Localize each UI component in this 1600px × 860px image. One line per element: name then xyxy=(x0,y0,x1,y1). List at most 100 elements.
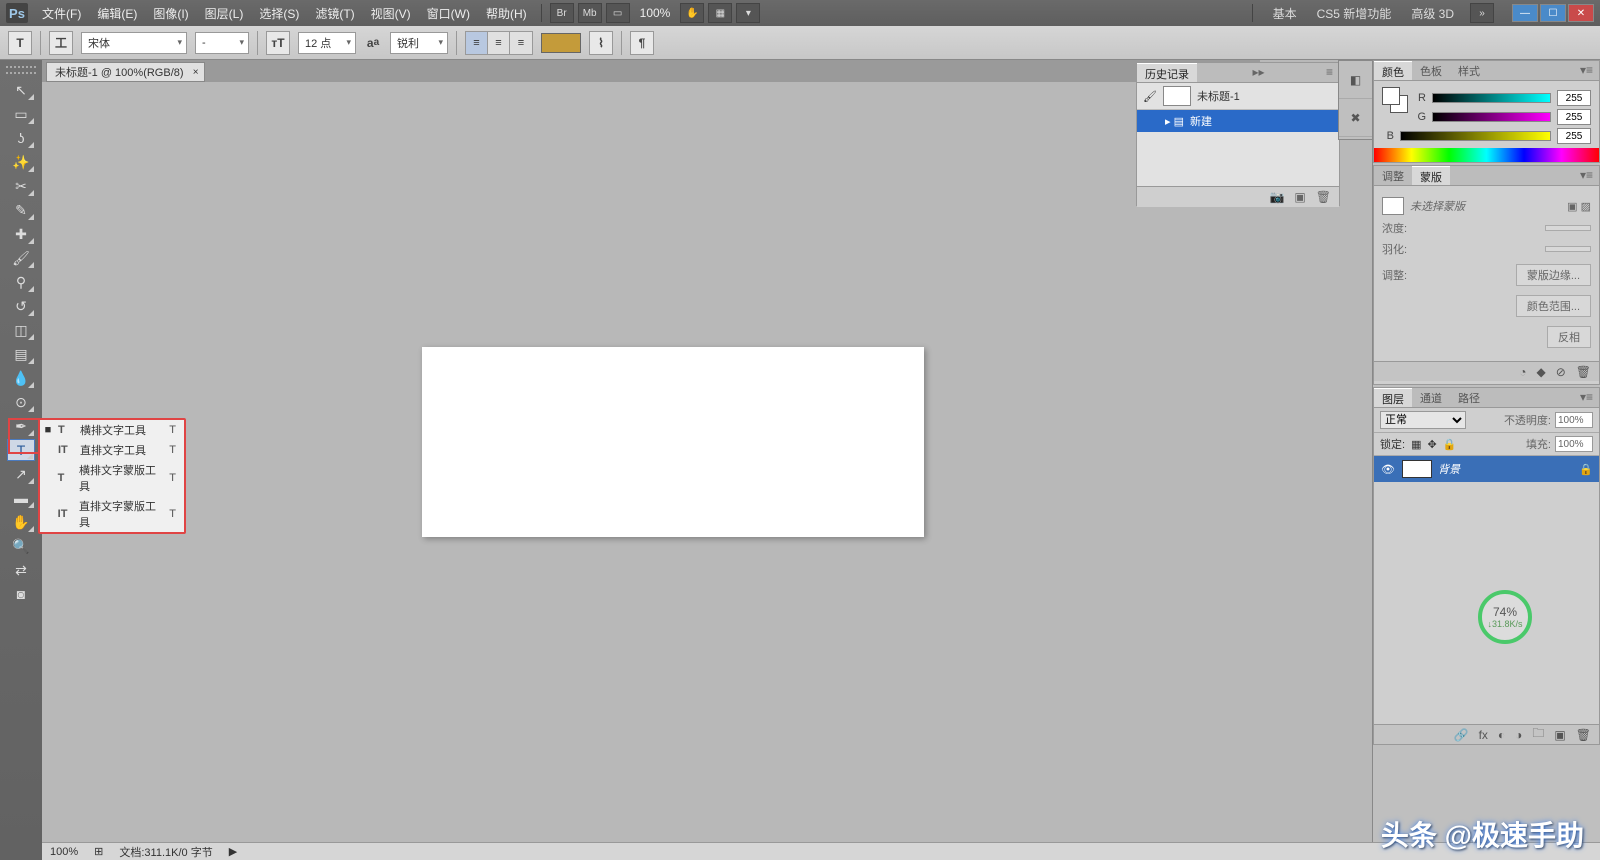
menu-file[interactable]: 文件(F) xyxy=(34,1,89,26)
heal-tool[interactable]: ✚ xyxy=(7,223,35,245)
extra-icon[interactable]: ▾ xyxy=(736,3,760,23)
gradient-tool[interactable]: ▤ xyxy=(7,343,35,365)
vector-mask-icon[interactable]: ▨ xyxy=(1581,200,1591,213)
history-collapse-icon[interactable]: ▸▸ xyxy=(1246,63,1270,82)
lock-pixels-icon[interactable]: ▦ xyxy=(1411,438,1421,451)
status-zoom[interactable]: 100% xyxy=(50,846,78,858)
invert-button[interactable]: 反相 xyxy=(1547,326,1591,348)
history-step-new[interactable]: ▸ ▤新建 xyxy=(1137,110,1339,132)
font-family-select[interactable]: 宋体 xyxy=(81,32,187,54)
layer-mask-icon[interactable]: ◐ xyxy=(1498,728,1505,742)
mask-load-icon[interactable]: ◔ xyxy=(1519,365,1526,379)
history-tab[interactable]: 历史记录 xyxy=(1137,63,1197,82)
menu-view[interactable]: 视图(V) xyxy=(363,1,419,26)
blur-tool[interactable]: 💧 xyxy=(7,367,35,389)
status-info-icon[interactable]: ⊞ xyxy=(94,845,103,858)
pixel-mask-icon[interactable]: ▣ xyxy=(1567,200,1577,213)
window-minimize[interactable]: — xyxy=(1512,4,1538,22)
fgbg-swap[interactable]: ⇄ xyxy=(7,559,35,581)
swatches-tab[interactable]: 色板 xyxy=(1412,61,1450,80)
blend-mode-select[interactable]: 正常 xyxy=(1380,411,1466,429)
b-slider[interactable] xyxy=(1400,131,1551,141)
document-tab[interactable]: 未标题-1 @ 100%(RGB/8)× xyxy=(46,62,205,82)
mask-menu-icon[interactable]: ▾≡ xyxy=(1574,166,1599,185)
g-input[interactable] xyxy=(1557,109,1591,125)
menu-select[interactable]: 选择(S) xyxy=(251,1,307,26)
visibility-icon[interactable]: 👁 xyxy=(1380,463,1396,476)
adjustments-tab[interactable]: 调整 xyxy=(1374,166,1412,185)
status-doc-info[interactable]: 文档:311.1K/0 字节 xyxy=(119,844,212,860)
canvas[interactable] xyxy=(422,347,924,537)
marquee-tool[interactable]: ▭ xyxy=(7,103,35,125)
r-slider[interactable] xyxy=(1432,93,1551,103)
tool-preset-icon[interactable]: T xyxy=(8,31,32,55)
character-panel-icon[interactable]: ¶ xyxy=(630,31,654,55)
group-icon[interactable]: 🗀 xyxy=(1532,724,1544,745)
g-slider[interactable] xyxy=(1432,112,1551,122)
history-source[interactable]: 🖌未标题-1 xyxy=(1137,83,1339,110)
layer-style-icon[interactable]: fx xyxy=(1479,728,1488,742)
menu-edit[interactable]: 编辑(E) xyxy=(89,1,145,26)
align-center[interactable]: ≡ xyxy=(488,32,510,54)
mask-edge-button[interactable]: 蒙版边缘... xyxy=(1516,264,1591,286)
close-tab-icon[interactable]: × xyxy=(193,67,199,78)
bridge-icon[interactable]: Br xyxy=(550,3,574,23)
tools-grip[interactable] xyxy=(6,66,36,74)
new-doc-from-state-icon[interactable]: ▣ xyxy=(1294,190,1305,204)
pen-tool[interactable]: ✒ xyxy=(7,415,35,437)
history-brush-tool[interactable]: ↺ xyxy=(7,295,35,317)
align-left[interactable]: ≡ xyxy=(466,32,488,54)
paths-tab[interactable]: 路径 xyxy=(1450,388,1488,407)
window-maximize[interactable]: ☐ xyxy=(1540,4,1566,22)
history-menu-icon[interactable]: ≡ xyxy=(1320,63,1339,82)
adjustment-layer-icon[interactable]: ◑ xyxy=(1515,728,1522,742)
fill-input[interactable]: 100% xyxy=(1555,436,1593,452)
flyout-vertical-type[interactable]: IT直排文字工具T xyxy=(40,440,184,460)
fg-bg-swatch[interactable] xyxy=(1382,87,1408,113)
opacity-input[interactable]: 100% xyxy=(1555,412,1593,428)
lock-all-icon[interactable]: 🔒 xyxy=(1443,438,1457,451)
quickmask-tool[interactable]: ◙ xyxy=(7,583,35,605)
canvas-viewport[interactable] xyxy=(42,82,1260,842)
new-layer-icon[interactable]: ▣ xyxy=(1554,728,1565,742)
shape-tool[interactable]: ▬ xyxy=(7,487,35,509)
hand-icon[interactable]: ✋ xyxy=(680,3,704,23)
new-snapshot-icon[interactable]: 📷 xyxy=(1269,190,1284,204)
menu-window[interactable]: 窗口(W) xyxy=(419,1,478,26)
workspace-cs5[interactable]: CS5 新增功能 xyxy=(1311,3,1398,24)
minibridge-icon[interactable]: Mb xyxy=(578,3,602,23)
crop-tool[interactable]: ✂ xyxy=(7,175,35,197)
mask-disable-icon[interactable]: ⊘ xyxy=(1556,365,1566,379)
delete-state-icon[interactable]: 🗑 xyxy=(1316,190,1331,204)
mask-apply-icon[interactable]: ◆ xyxy=(1536,365,1545,379)
arrange-icon[interactable]: ▦ xyxy=(708,3,732,23)
styles-tab[interactable]: 样式 xyxy=(1450,61,1488,80)
r-input[interactable] xyxy=(1557,90,1591,106)
color-range-button[interactable]: 颜色范围... xyxy=(1516,295,1591,317)
dodge-tool[interactable]: ⊙ xyxy=(7,391,35,413)
link-layers-icon[interactable]: 🔗 xyxy=(1454,728,1469,742)
orientation-icon[interactable]: 工 xyxy=(49,31,73,55)
spectrum-bar[interactable] xyxy=(1374,148,1599,162)
layer-background[interactable]: 👁 背景 🔒 xyxy=(1374,456,1599,482)
tools-preset-icon[interactable]: ✖ xyxy=(1339,99,1372,137)
flyout-horizontal-type-mask[interactable]: T横排文字蒙版工具T xyxy=(40,460,184,496)
mask-delete-icon[interactable]: 🗑 xyxy=(1576,365,1591,379)
workspace-basic[interactable]: 基本 xyxy=(1267,3,1303,24)
type-tool[interactable]: T xyxy=(7,439,35,461)
move-tool[interactable]: ↖ xyxy=(7,79,35,101)
brush-tool[interactable]: 🖌 xyxy=(7,247,35,269)
masks-tab[interactable]: 蒙版 xyxy=(1412,166,1450,185)
delete-layer-icon[interactable]: 🗑 xyxy=(1576,728,1591,742)
wand-tool[interactable]: ✨ xyxy=(7,151,35,173)
warp-text-icon[interactable]: ⌇ xyxy=(589,31,613,55)
text-color-swatch[interactable] xyxy=(541,33,581,53)
menu-image[interactable]: 图像(I) xyxy=(145,1,196,26)
b-input[interactable] xyxy=(1557,128,1591,144)
menu-layer[interactable]: 图层(L) xyxy=(197,1,252,26)
navigator-icon[interactable]: ◧ xyxy=(1339,61,1372,99)
layers-tab[interactable]: 图层 xyxy=(1374,388,1412,407)
font-size-select[interactable]: 12 点 xyxy=(298,32,356,54)
antialias-select[interactable]: 锐利 xyxy=(390,32,448,54)
flyout-horizontal-type[interactable]: ■T横排文字工具T xyxy=(40,420,184,440)
